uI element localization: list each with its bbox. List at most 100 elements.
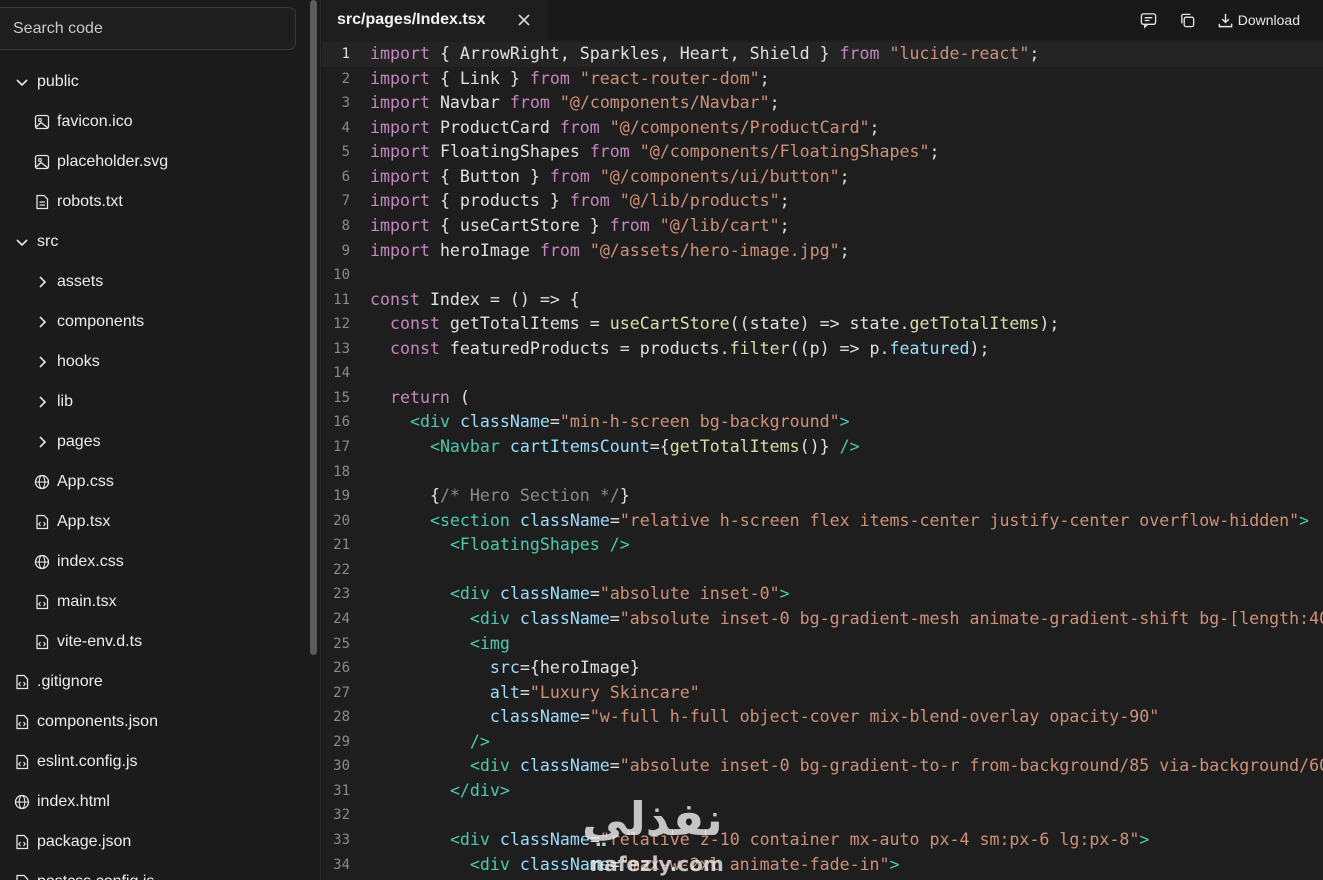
code-text: <img <box>370 632 510 657</box>
code-line: 19 {/* Hero Section */} <box>322 484 1323 509</box>
line-number: 16 <box>333 414 350 431</box>
code-token: ; <box>839 240 850 260</box>
code-text: <div className="absolute inset-0"> <box>370 582 790 607</box>
line-number: 19 <box>333 488 350 505</box>
tree-item[interactable]: eslint.config.js <box>0 742 310 782</box>
line-number: 29 <box>333 733 350 750</box>
code-token: filter <box>729 338 790 358</box>
close-icon[interactable] <box>516 12 532 28</box>
code-line: 22 <box>322 558 1323 583</box>
line-number: 24 <box>333 610 350 627</box>
code-token: import <box>370 215 430 235</box>
code-line: 23 <div className="absolute inset-0"> <box>322 582 1323 607</box>
comment-button[interactable] <box>1140 12 1157 29</box>
code-token: ; <box>839 166 850 186</box>
tree-item-label: App.css <box>57 473 114 490</box>
code-text: import { useCartStore } from "@/lib/cart… <box>370 214 790 239</box>
code-token: <Navbar <box>429 437 500 456</box>
code-token: className <box>459 412 550 432</box>
tree-item[interactable]: index.css <box>0 542 310 582</box>
code-line: 1 import { ArrowRight, Sparkles, Heart, S… <box>322 42 1323 67</box>
code-token: heroImage <box>429 240 540 260</box>
tree-item-label: hooks <box>57 353 100 370</box>
tree-item[interactable]: pages <box>0 422 310 462</box>
tree-item[interactable]: postcss.config.js <box>0 862 310 880</box>
search-code-input[interactable] <box>0 7 296 50</box>
code-token: "relative z-10 container mx-auto px-4 sm… <box>599 830 1140 849</box>
tree-item[interactable]: index.html <box>0 782 310 822</box>
tree-item[interactable]: .gitignore <box>0 662 310 702</box>
line-number: 27 <box>333 684 350 701</box>
code-token: "absolute inset-0 bg-gradient-to-r from-… <box>619 756 1323 776</box>
code-token: /> <box>839 437 860 456</box>
tree-item-label: index.css <box>57 553 124 570</box>
tree-item[interactable]: package.json <box>0 822 310 862</box>
tree-item-label: placeholder.svg <box>57 153 169 170</box>
code-line: 9 import heroImage from "@/assets/hero-im… <box>322 239 1323 264</box>
tree-item[interactable]: robots.txt <box>0 182 310 222</box>
tree-item[interactable]: main.tsx <box>0 582 310 622</box>
tab-index-tsx[interactable]: src/pages/Index.tsx <box>322 0 548 40</box>
code-token: /> <box>469 731 490 751</box>
tree-item[interactable]: public <box>0 62 310 102</box>
line-number: 30 <box>333 758 350 775</box>
tree-item[interactable]: App.tsx <box>0 502 310 542</box>
code-line: 31 </div> <box>322 779 1323 804</box>
code-token: Index = () => { <box>419 289 580 309</box>
tree-item[interactable]: src <box>0 222 310 262</box>
download-button[interactable]: Download <box>1217 12 1300 29</box>
code-token: from <box>509 93 550 113</box>
tree-item[interactable]: components.json <box>0 702 310 742</box>
tree-item-label: App.tsx <box>57 513 111 530</box>
code-line: 5 import FloatingShapes from "@/component… <box>322 140 1323 165</box>
code-line: 18 <box>322 460 1323 485</box>
code-text: import { Button } from "@/components/ui/… <box>370 165 850 190</box>
line-number: 3 <box>341 95 350 112</box>
code-token: alt <box>489 682 520 702</box>
tree-item[interactable]: placeholder.svg <box>0 142 310 182</box>
code-area[interactable]: 1 import { ArrowRight, Sparkles, Heart, S… <box>322 42 1323 877</box>
code-text: <FloatingShapes /> <box>370 533 630 558</box>
tree-item[interactable]: App.css <box>0 462 310 502</box>
globe-icon <box>33 553 51 571</box>
code-token: = <box>609 608 620 628</box>
code-line: 17 <Navbar cartItemsCount={getTotalItems… <box>322 435 1323 460</box>
code-token: ; <box>779 191 790 211</box>
line-number: 17 <box>333 439 350 455</box>
tree-item-label: eslint.config.js <box>37 753 138 770</box>
file-tree: public favicon.ico placeholder.svg robots.t… <box>0 62 310 880</box>
code-token: from <box>529 68 570 88</box>
code-line: 8 import { useCartStore } from "@/lib/car… <box>322 214 1323 239</box>
tree-item[interactable]: assets <box>0 262 310 302</box>
line-number: 34 <box>333 856 350 873</box>
code-token: "relative h-screen flex items-center jus… <box>619 510 1300 530</box>
tree-item-label: robots.txt <box>57 193 123 210</box>
tree-item[interactable]: lib <box>0 382 310 422</box>
code-line: 16 <div className="min-h-screen bg-backg… <box>322 410 1323 435</box>
code-text: {/* Hero Section */} <box>370 484 630 509</box>
code-token: <div <box>469 608 510 628</box>
code-file-icon <box>33 513 51 531</box>
code-token: ={heroImage} <box>519 658 640 678</box>
sidebar-scrollbar[interactable] <box>310 0 317 655</box>
line-number: 8 <box>341 217 350 234</box>
code-text: <div className="absolute inset-0 bg-grad… <box>370 754 1323 779</box>
tree-item[interactable]: hooks <box>0 342 310 382</box>
tree-item[interactable]: vite-env.d.ts <box>0 622 310 662</box>
tree-item[interactable]: favicon.ico <box>0 102 310 142</box>
line-number: 1 <box>341 46 350 62</box>
code-line: 15 return ( <box>322 386 1323 411</box>
code-token: } <box>619 486 630 506</box>
code-text: /> <box>370 730 490 755</box>
code-token: > <box>839 412 850 432</box>
tree-item[interactable]: components <box>0 302 310 342</box>
copy-button[interactable] <box>1179 12 1196 29</box>
